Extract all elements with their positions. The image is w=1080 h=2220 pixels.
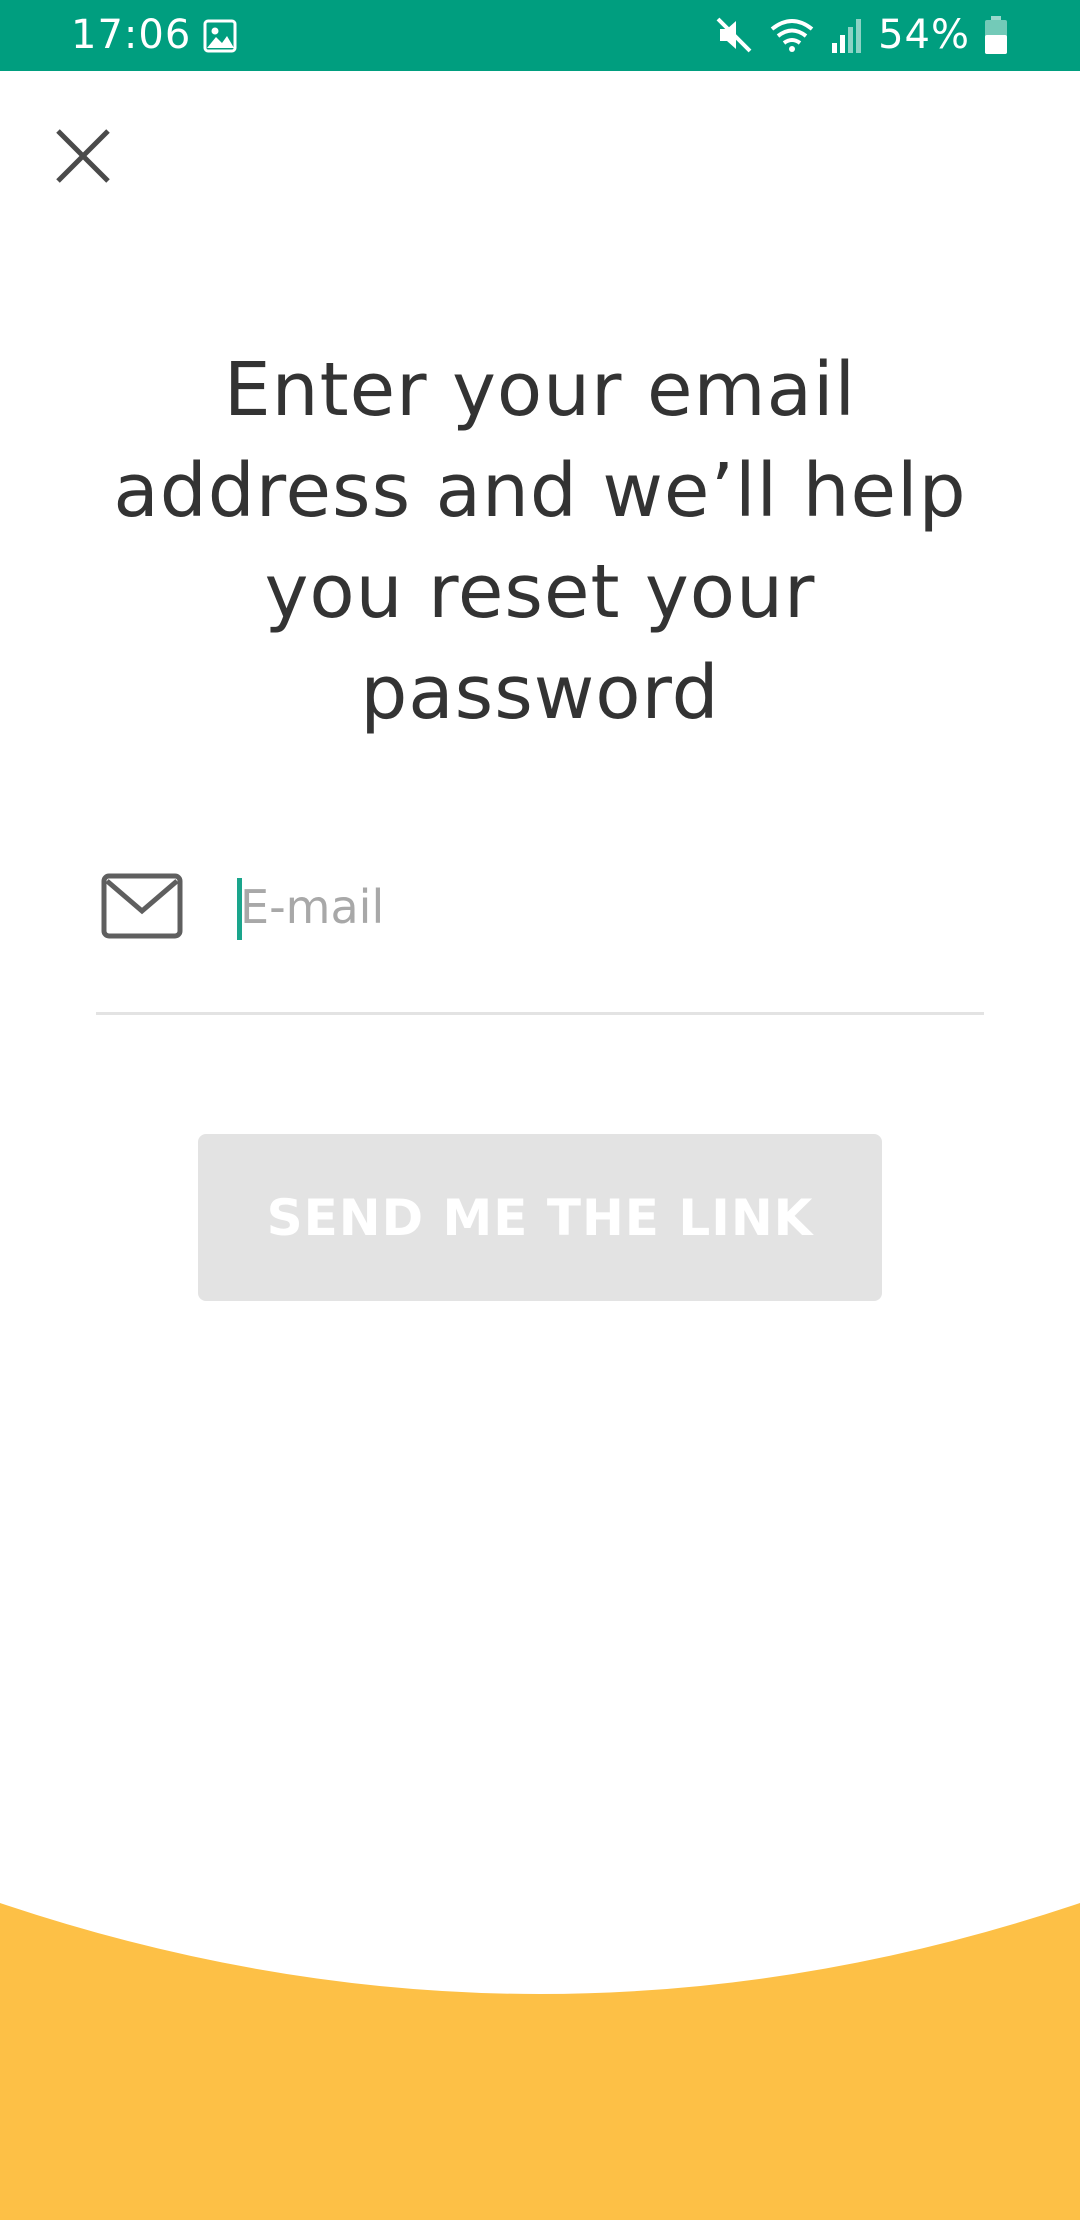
mail-icon <box>101 873 183 939</box>
email-field-row <box>96 860 984 1015</box>
close-icon <box>56 129 110 183</box>
battery-icon <box>985 16 1007 54</box>
status-bar: 17:06 54% <box>0 0 1080 71</box>
close-button[interactable] <box>47 120 119 192</box>
wifi-icon <box>770 19 814 52</box>
footer-wave <box>0 1903 1080 2220</box>
status-right-group: 54% <box>714 10 1008 60</box>
battery-percent: 54% <box>878 12 970 58</box>
page-title: Enter your email address and we’ll help … <box>113 347 967 736</box>
text-caret <box>237 878 242 940</box>
gallery-icon <box>203 19 237 53</box>
mute-icon <box>716 17 752 53</box>
status-time: 17:06 <box>71 12 192 58</box>
email-input[interactable] <box>236 876 960 938</box>
signal-icon <box>832 19 862 53</box>
send-link-button[interactable]: SEND ME THE LINK <box>198 1134 882 1301</box>
